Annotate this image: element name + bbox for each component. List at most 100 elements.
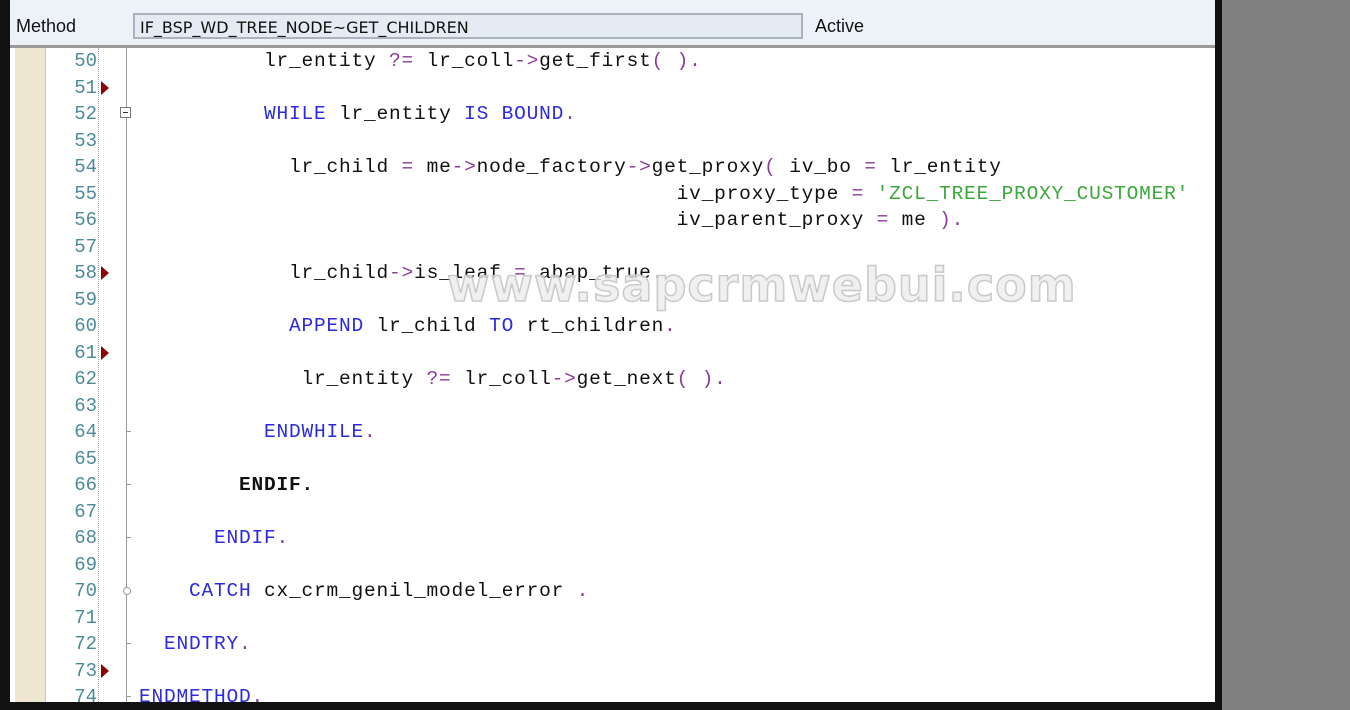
code-token: APPEND xyxy=(289,315,365,337)
breakpoint-marker-icon[interactable] xyxy=(101,80,109,95)
code-token: . xyxy=(576,580,590,602)
line-number: 66 xyxy=(74,474,97,496)
line-number: 51 xyxy=(74,76,97,99)
code-text: lr_entity ?= lr_coll->get_next( ). xyxy=(139,366,727,392)
code-line[interactable]: 71 xyxy=(10,605,1215,632)
breakpoint-marker-icon[interactable] xyxy=(101,266,109,280)
breakpoint-marker-icon[interactable] xyxy=(101,663,109,678)
code-token: ?= xyxy=(389,50,415,72)
line-number: 74 xyxy=(74,686,97,702)
line-number: 67 xyxy=(74,500,97,523)
code-token: lr_entity xyxy=(876,156,1002,178)
code-token: = xyxy=(851,182,865,205)
code-text: iv_parent_proxy = me ). xyxy=(139,207,964,233)
code-line[interactable]: 57 xyxy=(10,234,1215,261)
code-token: . xyxy=(276,527,290,549)
line-number: 54 xyxy=(74,156,97,178)
code-token: ( ). xyxy=(651,50,702,72)
code-line[interactable]: 50 lr_entity ?= lr_coll->get_first( ). xyxy=(10,48,1215,75)
line-number: 56 xyxy=(74,209,97,231)
code-line[interactable]: 70 CATCH cx_crm_genil_model_error . xyxy=(10,578,1215,605)
code-token: WHILE xyxy=(264,103,327,125)
code-token: ENDWHILE xyxy=(264,421,365,443)
code-token: get_proxy xyxy=(651,156,765,178)
line-number: 64 xyxy=(74,421,97,443)
code-token: lr_coll xyxy=(414,50,515,72)
code-token: cx_crm_genil_model_error xyxy=(251,580,577,602)
code-line[interactable]: 69 xyxy=(10,552,1215,579)
collapse-block-icon[interactable] xyxy=(120,107,131,118)
code-token: get_first xyxy=(539,50,652,72)
code-token: ENDMETHOD xyxy=(139,686,252,702)
code-line[interactable]: 65 xyxy=(10,446,1215,473)
code-token: get_next xyxy=(576,368,677,390)
code-text: WHILE lr_entity IS BOUND. xyxy=(139,101,577,127)
code-line[interactable]: 54 lr_child = me->node_factory->get_prox… xyxy=(10,154,1215,181)
code-text: APPEND lr_child TO rt_children. xyxy=(139,313,677,339)
line-number: 73 xyxy=(74,659,97,682)
code-token: ?= xyxy=(426,368,452,390)
code-line[interactable]: 66 ENDIF. xyxy=(10,472,1215,499)
code-line[interactable]: 64 ENDWHILE. xyxy=(10,419,1215,446)
line-number: 50 xyxy=(74,50,97,72)
code-token: . xyxy=(301,474,315,496)
line-number: 53 xyxy=(74,129,97,152)
code-line[interactable]: 52 WHILE lr_entity IS BOUND. xyxy=(10,101,1215,128)
code-token: lr_child xyxy=(139,262,390,284)
code-text: ENDIF. xyxy=(139,472,314,498)
fold-marker-icon xyxy=(126,696,131,697)
code-token: lr_entity xyxy=(326,103,465,125)
code-token: lr_entity xyxy=(139,368,427,390)
line-number: 65 xyxy=(74,447,97,470)
code-text: CATCH cx_crm_genil_model_error . xyxy=(139,578,589,604)
code-token: . xyxy=(239,633,252,655)
code-line[interactable]: 60 APPEND lr_child TO rt_children. xyxy=(10,313,1215,340)
code-line[interactable]: 51 xyxy=(10,75,1215,102)
method-header: Method IF_BSP_WD_TREE_NODE~GET_CHILDREN … xyxy=(10,0,1215,48)
code-text: ENDIF. xyxy=(139,525,289,551)
line-number: 71 xyxy=(74,606,97,629)
fold-marker-icon xyxy=(126,431,131,432)
code-line[interactable]: 61 xyxy=(10,340,1215,367)
line-number: 69 xyxy=(74,553,97,576)
watermark: www.sapcrmwebui.com xyxy=(446,257,1077,313)
code-token: . xyxy=(251,686,265,702)
code-token: rt_children xyxy=(514,315,665,337)
method-name-field[interactable]: IF_BSP_WD_TREE_NODE~GET_CHILDREN xyxy=(133,13,803,39)
code-token: ( xyxy=(764,156,777,178)
code-line[interactable]: 55 iv_proxy_type = 'ZCL_TREE_PROXY_CUSTO… xyxy=(10,181,1215,208)
code-token: lr_child xyxy=(364,315,490,337)
code-text: iv_proxy_type = 'ZCL_TREE_PROXY_CUSTOMER… xyxy=(139,181,1189,207)
code-line[interactable]: 62 lr_entity ?= lr_coll->get_next( ). xyxy=(10,366,1215,393)
code-line[interactable]: 56 iv_parent_proxy = me ). xyxy=(10,207,1215,234)
code-line[interactable]: 68 ENDIF. xyxy=(10,525,1215,552)
code-editor[interactable]: 50 lr_entity ?= lr_coll->get_first( ). 51… xyxy=(10,48,1215,702)
code-token: . xyxy=(364,421,377,443)
code-token: ). xyxy=(939,209,965,231)
code-text: ENDMETHOD. xyxy=(139,684,264,702)
code-line[interactable]: 72 ENDTRY. xyxy=(10,631,1215,658)
code-token: -> xyxy=(551,368,577,390)
code-line[interactable]: 63 xyxy=(10,393,1215,420)
code-line[interactable]: 73 xyxy=(10,658,1215,685)
code-line[interactable]: 74 ENDMETHOD. xyxy=(10,684,1215,702)
code-token: 'ZCL_TREE_PROXY_CUSTOMER' xyxy=(876,182,1190,205)
code-token: = xyxy=(401,156,415,178)
breakpoint-marker-icon[interactable] xyxy=(101,345,109,360)
line-number: 57 xyxy=(74,235,97,258)
code-token: iv_parent_proxy xyxy=(139,209,877,231)
code-token: CATCH xyxy=(189,580,252,602)
code-line[interactable]: 67 xyxy=(10,499,1215,526)
code-line[interactable]: 53 xyxy=(10,128,1215,155)
code-token: . xyxy=(564,103,577,125)
code-text: lr_entity ?= lr_coll->get_first( ). xyxy=(139,48,702,74)
code-token: me xyxy=(889,209,940,231)
